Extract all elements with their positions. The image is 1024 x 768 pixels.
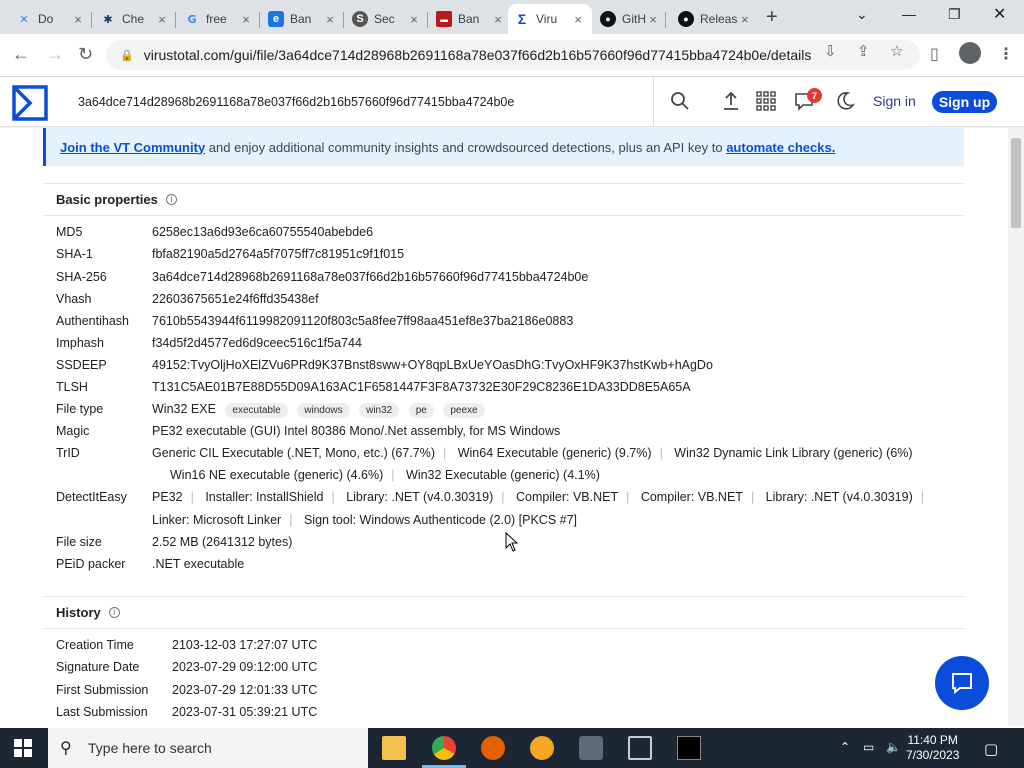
taskbar-clock[interactable]: 11:40 PM 7/30/2023	[906, 733, 959, 763]
forward-icon[interactable]: →	[46, 44, 64, 65]
github-icon: ●	[678, 11, 694, 27]
notification-badge: 7	[807, 88, 822, 103]
chat-button[interactable]	[935, 656, 989, 710]
back-icon[interactable]: ←	[12, 44, 30, 65]
search-icon[interactable]	[670, 91, 690, 111]
edge-doc-icon: e	[268, 11, 284, 27]
tab-releases[interactable]: ● Release ×	[672, 4, 758, 34]
volume-icon[interactable]: 🔈	[886, 740, 901, 754]
automate-checks-link[interactable]: automate checks.	[726, 140, 835, 155]
install-icon[interactable]: ⇩	[824, 42, 837, 60]
virustotal-logo-icon[interactable]	[12, 85, 48, 121]
lock-icon[interactable]: 🔒	[120, 49, 134, 62]
chat-icon	[952, 673, 972, 695]
gear-icon: ✱	[103, 13, 113, 26]
taskbar-search-box[interactable]: ⚲ Type here to search	[48, 728, 368, 768]
sign-in-link[interactable]: Sign in	[873, 93, 916, 109]
tab-virustotal[interactable]: Σ Viru ×	[508, 4, 592, 34]
history-header: History i	[43, 596, 964, 629]
join-community-link[interactable]: Join the VT Community	[60, 140, 205, 155]
bookmark-star-icon[interactable]: ☆	[890, 42, 903, 60]
windows-start-icon[interactable]	[14, 739, 32, 757]
sign-up-button[interactable]: Sign up	[932, 91, 997, 113]
app-icon[interactable]	[579, 736, 603, 760]
tab-che[interactable]: ✱ Che ×	[94, 4, 176, 34]
firefox-icon[interactable]	[481, 736, 505, 760]
tab-github[interactable]: ● GitH ×	[594, 4, 666, 34]
terminal-icon[interactable]	[677, 736, 701, 760]
detectiteasy-row-continued: Linker: Microsoft Linker | Sign tool: Win…	[152, 513, 578, 527]
close-tab-icon[interactable]: ×	[238, 12, 254, 27]
tag-chip[interactable]: win32	[359, 403, 400, 418]
info-icon[interactable]: i	[108, 607, 120, 618]
close-window-icon[interactable]: ✕	[993, 4, 1006, 24]
page-scrollbar[interactable]	[1008, 128, 1024, 726]
reload-icon[interactable]: ↻	[78, 44, 93, 65]
dark-mode-moon-icon[interactable]	[835, 91, 855, 111]
tag-chip[interactable]: windows	[297, 403, 350, 418]
apps-grid-icon[interactable]	[756, 91, 776, 111]
google-icon: G	[187, 12, 197, 26]
network-icon[interactable]: ▭	[863, 740, 874, 754]
tab-confluence[interactable]: ✕ Do ×	[10, 4, 92, 34]
upload-icon[interactable]	[721, 91, 741, 111]
tab-google[interactable]: G free ×	[178, 4, 260, 34]
scrollbar-thumb[interactable]	[1011, 138, 1021, 228]
virustotal-icon: Σ	[517, 11, 527, 27]
tab-ban-2[interactable]: ▬ Ban ×	[430, 4, 512, 34]
search-icon: ⚲	[60, 740, 72, 757]
new-tab-icon[interactable]: +	[766, 6, 778, 29]
close-tab-icon[interactable]: ×	[738, 12, 752, 27]
mouse-cursor-icon	[505, 532, 519, 552]
tab-sec[interactable]: S Sec ×	[346, 4, 428, 34]
vt-search-input[interactable]: 3a64dce714d28968b2691168a78e037f66d2b16b…	[66, 77, 654, 127]
close-tab-icon[interactable]: ×	[154, 12, 170, 27]
notification-center-icon[interactable]: ▢	[984, 740, 998, 758]
vt-header: 3a64dce714d28968b2691168a78e037f66d2b16b…	[0, 77, 1024, 127]
close-tab-icon[interactable]: ×	[490, 12, 506, 27]
address-bar-row: ← → ↻ 🔒 virustotal.com/gui/file/3a64dce7…	[0, 34, 1024, 77]
menu-kebab-icon[interactable]: ⋮	[998, 44, 1014, 64]
close-tab-icon[interactable]: ×	[406, 12, 422, 27]
security-icon: S	[352, 11, 368, 27]
minimize-icon[interactable]: —	[902, 6, 916, 22]
url-bar[interactable]: 🔒 virustotal.com/gui/file/3a64dce714d289…	[106, 40, 920, 70]
chrome-icon[interactable]	[432, 736, 456, 760]
share-icon[interactable]: ⇪	[857, 42, 870, 60]
tab-ban[interactable]: e Ban ×	[262, 4, 344, 34]
tray-chevron-icon[interactable]: ⌃	[840, 740, 850, 754]
basic-properties-header: Basic properties i	[43, 183, 964, 216]
tag-chip[interactable]: peexe	[443, 403, 485, 418]
close-tab-icon[interactable]: ×	[70, 12, 86, 27]
confluence-icon: ✕	[19, 13, 29, 26]
profile-avatar[interactable]	[959, 42, 981, 64]
trid-row-continued: Win16 NE executable (generic) (4.6%) | Wi…	[170, 468, 600, 482]
sidepanel-icon[interactable]: ▯	[930, 44, 939, 64]
tab-search-icon[interactable]: ⌄	[856, 6, 868, 23]
brave-icon[interactable]	[530, 736, 554, 760]
tag-chip[interactable]: executable	[225, 403, 288, 418]
tab-strip: ✕ Do × ✱ Che × G free × e Ban × S Sec × …	[0, 0, 1024, 34]
maximize-icon[interactable]: ❐	[948, 6, 961, 23]
file-explorer-icon[interactable]	[382, 736, 406, 760]
close-tab-icon[interactable]: ×	[646, 12, 660, 27]
github-icon: ●	[600, 11, 616, 27]
windows-taskbar: ⚲ Type here to search ⌃ ▭ 🔈 11:40 PM 7/3…	[0, 728, 1024, 768]
community-banner: Join the VT Community and enjoy addition…	[43, 128, 964, 166]
close-tab-icon[interactable]: ×	[570, 12, 586, 27]
close-tab-icon[interactable]: ×	[322, 12, 338, 27]
page-content: Join the VT Community and enjoy addition…	[0, 128, 1008, 726]
tag-chip[interactable]: pe	[408, 403, 434, 418]
info-icon[interactable]: i	[165, 194, 177, 205]
ban-icon: ▬	[436, 11, 452, 27]
task-view-icon[interactable]	[628, 736, 652, 760]
